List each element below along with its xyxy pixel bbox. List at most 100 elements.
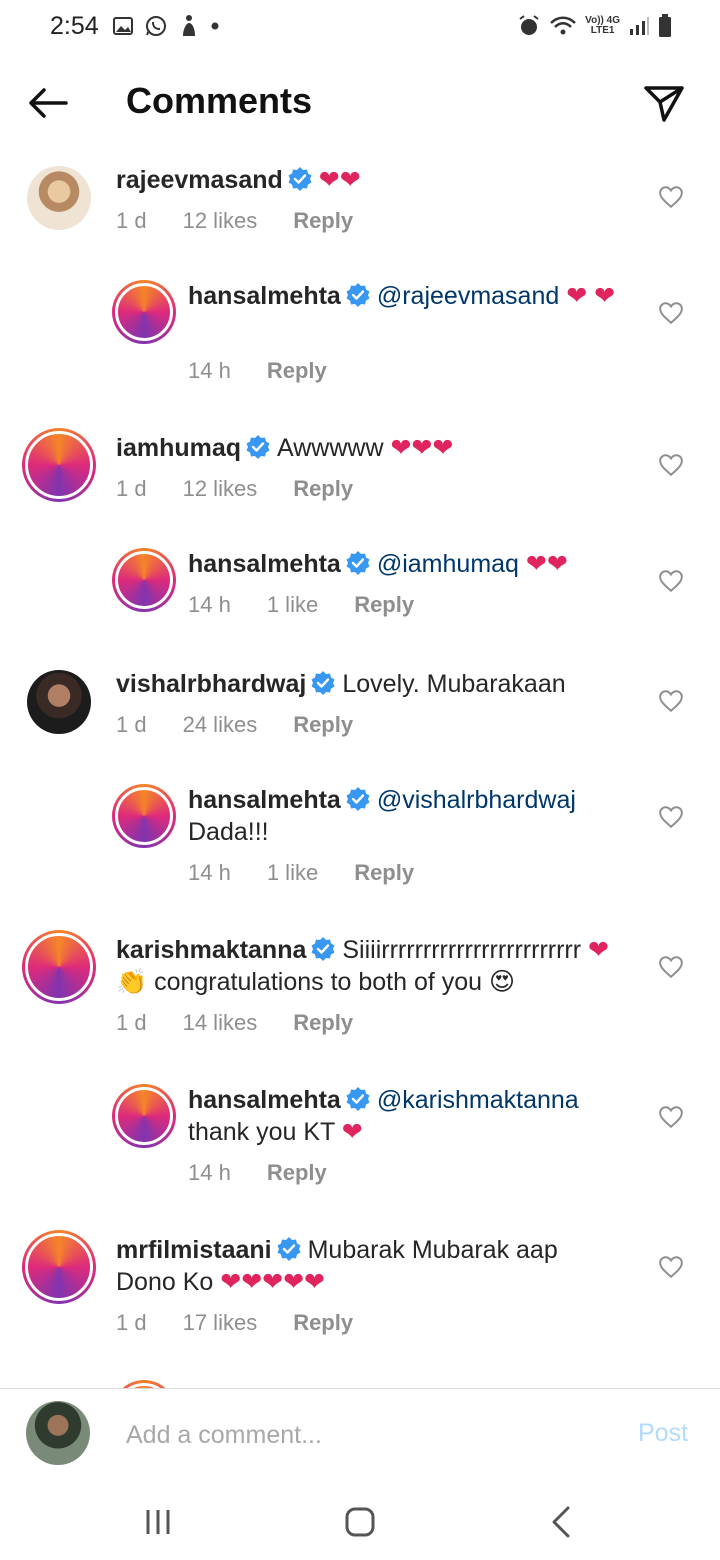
network-label: Vo)) 4G LTE1 — [585, 16, 620, 36]
reply-item: hansalmehta @karishmaktanna thank you KT … — [0, 1084, 720, 1194]
reply-button[interactable]: Reply — [267, 1160, 327, 1186]
comment-meta: 1 d 17 likes Reply — [116, 1310, 353, 1336]
comment-time: 1 d — [116, 476, 147, 501]
heart-outline-icon — [659, 454, 683, 477]
reply-button[interactable]: Reply — [293, 1010, 353, 1036]
like-button[interactable] — [658, 452, 684, 478]
comment-likes[interactable]: 12 likes — [183, 476, 258, 502]
gallery-icon — [113, 17, 133, 35]
dot-icon — [211, 22, 219, 30]
wifi-icon — [550, 16, 577, 35]
post-button[interactable]: Post — [638, 1419, 688, 1448]
heart-outline-icon — [659, 1256, 683, 1279]
comment-username[interactable]: vishalrbhardwaj — [116, 670, 306, 698]
reply-button[interactable]: Reply — [354, 592, 414, 618]
signal-icon — [630, 17, 649, 35]
avatar[interactable] — [112, 1380, 176, 1388]
network-bottom-label: LTE1 — [590, 25, 615, 36]
comment-likes[interactable]: 24 likes — [183, 712, 258, 738]
like-button[interactable] — [658, 568, 684, 594]
comment-username[interactable]: hansalmehta — [188, 550, 341, 578]
reply-button[interactable]: Reply — [267, 358, 327, 384]
avatar[interactable] — [112, 784, 176, 848]
heart-outline-icon — [659, 806, 683, 829]
comment-likes[interactable]: 1 like — [267, 592, 318, 618]
like-button[interactable] — [658, 688, 684, 714]
comment-username[interactable]: iamhumaq — [116, 434, 241, 462]
verified-badge-icon — [310, 670, 336, 696]
comment-username[interactable]: hansalmehta — [188, 786, 341, 814]
heart-outline-icon — [659, 186, 683, 209]
comment-text: rajeevmasand ❤❤ — [116, 164, 636, 196]
like-button[interactable] — [658, 184, 684, 210]
comment-text: karishmaktanna Siiiirrrrrrrrrrrrrrrrrrrrr… — [116, 934, 636, 998]
like-button[interactable] — [658, 1254, 684, 1280]
comment-meta: 14 h Reply — [188, 1160, 327, 1186]
recent-apps-button[interactable] — [138, 1502, 178, 1542]
reply-button[interactable]: Reply — [293, 476, 353, 502]
comment-time: 1 d — [116, 208, 147, 233]
page-title: Comments — [126, 80, 313, 121]
home-button[interactable] — [340, 1502, 380, 1542]
comment-text: mrfilmistaani Mubarak Mubarak aap Dono Ko… — [116, 1234, 616, 1298]
arrow-left-icon — [29, 88, 68, 118]
reply-button[interactable]: Reply — [354, 860, 414, 886]
heart-emoji: ❤ — [588, 936, 609, 964]
comment-username[interactable]: hansalmehta — [188, 1086, 341, 1114]
heart-outline-icon — [659, 690, 683, 713]
avatar[interactable] — [27, 166, 91, 230]
like-button[interactable] — [658, 300, 684, 326]
reply-button[interactable]: Reply — [293, 1310, 353, 1336]
like-button[interactable] — [658, 804, 684, 830]
fitness-icon — [183, 15, 195, 36]
avatar[interactable] — [27, 670, 91, 734]
mention-link[interactable]: @iamhumaq — [377, 550, 519, 578]
avatar[interactable] — [112, 280, 176, 344]
share-button[interactable] — [640, 78, 688, 126]
heart-outline-icon — [659, 302, 683, 325]
comment-username[interactable]: rajeevmasand — [116, 166, 283, 194]
comment-text: vishalrbhardwaj Lovely. Mubarakaan — [116, 668, 636, 700]
comment-text: iamhumaq Awwwww ❤❤❤ — [116, 432, 636, 464]
comment-username[interactable]: hansalmehta — [188, 282, 341, 310]
reply-button[interactable]: Reply — [293, 208, 353, 234]
comment-list[interactable]: rajeevmasand ❤❤ 1 d 12 likes Reply hansal… — [0, 150, 720, 1388]
comment-item: rajeevmasand ❤❤ 1 d 12 likes Reply — [0, 164, 720, 274]
my-avatar — [26, 1401, 90, 1465]
comment-item: vishalrbhardwaj Lovely. Mubarakaan 1 d 24… — [0, 668, 720, 778]
comment-text: hansalmehta @iamhumaq ❤❤ — [188, 548, 638, 580]
alarm-icon — [519, 15, 539, 35]
mention-link[interactable]: @karishmaktanna — [377, 1086, 579, 1114]
comment-likes[interactable]: 12 likes — [183, 208, 258, 234]
comment-composer: Post — [0, 1388, 720, 1480]
back-button[interactable] — [26, 80, 72, 126]
comment-content: Lovely. Mubarakaan — [342, 670, 565, 698]
avatar[interactable] — [22, 1230, 96, 1304]
reply-button[interactable]: Reply — [293, 712, 353, 738]
nav-back-button[interactable] — [542, 1502, 582, 1542]
comment-content: @rajeevmasand ❤ ❤ — [377, 282, 615, 310]
avatar[interactable] — [112, 1084, 176, 1148]
system-nav-bar — [0, 1480, 720, 1560]
mention-link[interactable]: @vishalrbhardwaj — [377, 786, 576, 814]
like-button[interactable] — [658, 1104, 684, 1130]
comment-input[interactable] — [126, 1417, 606, 1453]
comment-likes[interactable]: 14 likes — [183, 1010, 258, 1036]
like-button[interactable] — [658, 954, 684, 980]
chevron-left-icon — [552, 1506, 570, 1538]
comment-username[interactable]: karishmaktanna — [116, 936, 306, 964]
comment-text-segment: Siiiirrrrrrrrrrrrrrrrrrrrrrrr — [342, 936, 589, 964]
verified-badge-icon — [310, 936, 336, 962]
battery-icon — [659, 14, 671, 37]
mention-link[interactable]: @rajeevmasand — [377, 282, 559, 310]
home-icon — [345, 1507, 375, 1537]
comment-username[interactable]: mrfilmistaani — [116, 1236, 272, 1264]
comment-likes[interactable]: 17 likes — [183, 1310, 258, 1336]
avatar[interactable] — [112, 548, 176, 612]
verified-badge-icon — [276, 1236, 302, 1262]
comment-likes[interactable]: 1 like — [267, 860, 318, 886]
avatar[interactable] — [22, 428, 96, 502]
comment-time: 1 d — [116, 1010, 147, 1035]
avatar[interactable] — [22, 930, 96, 1004]
comment-item: mrfilmistaani Mubarak Mubarak aap Dono Ko… — [0, 1230, 720, 1354]
